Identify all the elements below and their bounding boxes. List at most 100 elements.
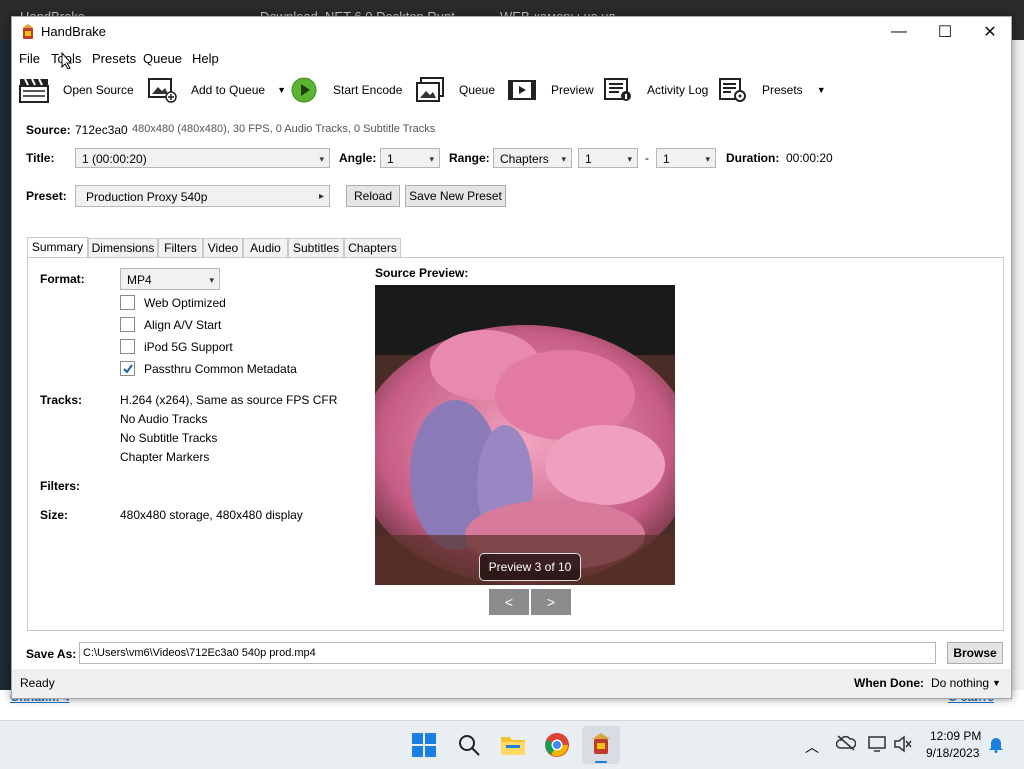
reload-button[interactable]: Reload	[346, 185, 400, 207]
angle-select[interactable]: 1 ▾	[380, 148, 440, 168]
preset-label: Preset:	[26, 189, 67, 203]
range-end-select[interactable]: 1 ▾	[656, 148, 716, 168]
source-label: Source:	[26, 123, 71, 137]
menu-help[interactable]: Help	[192, 51, 219, 66]
checkbox-box[interactable]	[120, 295, 135, 310]
save-as-path-input[interactable]: C:\Users\vm6\Videos\712Ec3a0 540p prod.m…	[79, 642, 936, 664]
title-bar: HandBrake — ☐ ✕	[12, 17, 1011, 47]
minimize-button[interactable]: —	[876, 17, 922, 47]
status-bar: Ready When Done: Do nothing ▼	[12, 669, 1011, 698]
tab-dimensions[interactable]: Dimensions	[88, 238, 158, 257]
volume-muted-icon[interactable]	[893, 735, 913, 756]
format-select[interactable]: MP4 ▾	[120, 268, 220, 290]
duration-label: Duration:	[726, 151, 780, 165]
track-chapters: Chapter Markers	[120, 450, 210, 464]
windows-start-icon[interactable]	[412, 733, 436, 760]
chevron-down-icon: ▼	[992, 678, 1001, 688]
ipod-5g-support-checkbox[interactable]: iPod 5G Support	[120, 339, 233, 354]
checkbox-box[interactable]	[120, 317, 135, 332]
handbrake-taskbar-icon[interactable]	[582, 726, 620, 764]
search-icon[interactable]	[457, 733, 481, 760]
chevron-down-icon: ▾	[429, 154, 434, 164]
presets-label: Presets	[762, 83, 803, 97]
angle-select-value: 1	[387, 152, 394, 166]
align-av-start-checkbox[interactable]: Align A/V Start	[120, 317, 221, 332]
queue-pictures-icon	[415, 77, 445, 103]
activity-log-icon	[603, 77, 633, 103]
previous-preview-button[interactable]: <	[489, 589, 529, 615]
presets-button[interactable]: Presets ▼	[718, 73, 826, 107]
add-to-queue-dropdown-icon[interactable]: ▼	[277, 85, 286, 95]
web-optimized-checkbox[interactable]: Web Optimized	[120, 295, 226, 310]
browse-button[interactable]: Browse	[947, 642, 1003, 664]
next-preview-button[interactable]: >	[531, 589, 571, 615]
ipod-5g-support-label: iPod 5G Support	[144, 339, 233, 354]
chevron-down-icon: ▾	[705, 154, 710, 164]
range-end-value: 1	[663, 152, 670, 166]
close-button[interactable]: ✕	[967, 17, 1013, 47]
source-preview-label: Source Preview:	[375, 266, 469, 280]
open-source-button[interactable]: Open Source	[19, 73, 134, 107]
presets-gear-icon	[718, 77, 748, 103]
handbrake-logo-icon	[20, 23, 36, 41]
range-separator: -	[645, 151, 649, 165]
menu-bar: File Tools Presets Queue Help	[12, 47, 1011, 70]
save-new-preset-button[interactable]: Save New Preset	[405, 185, 506, 207]
preview-button[interactable]: Preview	[507, 73, 594, 107]
menu-presets[interactable]: Presets	[92, 51, 136, 66]
chrome-icon[interactable]	[544, 732, 570, 761]
tab-audio[interactable]: Audio	[243, 238, 288, 257]
start-encode-label: Start Encode	[333, 83, 403, 97]
when-done-select[interactable]: Do nothing ▼	[931, 676, 1001, 690]
tab-summary[interactable]: Summary	[27, 237, 88, 258]
handbrake-window: HandBrake — ☐ ✕ File Tools Presets Queue…	[11, 16, 1012, 699]
preview-label: Preview	[551, 83, 594, 97]
tab-video[interactable]: Video	[203, 238, 243, 257]
track-audio: No Audio Tracks	[120, 412, 208, 426]
file-explorer-icon[interactable]	[500, 733, 526, 760]
range-label: Range:	[449, 151, 490, 165]
toolbar: Open Source Add to Queue ▼ Start Encode …	[12, 69, 1011, 112]
queue-button[interactable]: Queue	[415, 73, 495, 107]
passthru-metadata-checkbox[interactable]: Passthru Common Metadata	[120, 361, 297, 376]
start-encode-button[interactable]: Start Encode	[291, 73, 402, 107]
title-label: Title:	[26, 151, 55, 165]
menu-queue[interactable]: Queue	[143, 51, 182, 66]
menu-file[interactable]: File	[19, 51, 40, 66]
add-picture-icon	[147, 77, 177, 103]
range-type-value: Chapters	[500, 152, 549, 166]
clock-date[interactable]: 9/18/2023	[926, 746, 979, 760]
summary-panel: Format: MP4 ▾ Web Optimized Align A/V St…	[27, 257, 1004, 631]
activity-log-button[interactable]: Activity Log	[603, 73, 708, 107]
checkbox-box[interactable]	[120, 361, 135, 376]
format-select-value: MP4	[127, 273, 152, 287]
when-done-label: When Done:	[854, 676, 924, 690]
clock-time[interactable]: 12:09 PM	[930, 729, 981, 743]
range-start-select[interactable]: 1 ▾	[578, 148, 638, 168]
taskbar: ︿ 12:09 PM 9/18/2023	[0, 720, 1024, 769]
add-to-queue-button[interactable]: Add to Queue ▼	[147, 73, 286, 107]
queue-label: Queue	[459, 83, 496, 97]
size-value: 480x480 storage, 480x480 display	[120, 508, 303, 522]
maximize-button[interactable]: ☐	[922, 17, 968, 47]
range-type-select[interactable]: Chapters ▾	[493, 148, 572, 168]
tab-subtitles[interactable]: Subtitles	[288, 238, 344, 257]
chevron-down-icon: ▾	[209, 275, 214, 285]
filters-label: Filters:	[40, 479, 81, 493]
chevron-up-icon[interactable]: ︿	[805, 737, 819, 757]
checkbox-box[interactable]	[120, 339, 135, 354]
chevron-down-icon: ▾	[627, 154, 632, 164]
notification-bell-icon[interactable]	[988, 735, 1004, 756]
duration-value: 00:00:20	[786, 151, 833, 165]
chevron-right-icon: ▸	[318, 191, 324, 202]
cloud-offline-icon[interactable]	[835, 735, 857, 754]
presets-dropdown-icon[interactable]: ▼	[817, 85, 826, 95]
network-icon[interactable]	[868, 735, 888, 756]
title-select[interactable]: 1 (00:00:20) ▾	[75, 148, 330, 168]
tab-filters[interactable]: Filters	[158, 238, 203, 257]
preset-select[interactable]: Production Proxy 540p ▸	[75, 185, 330, 207]
tracks-label: Tracks:	[40, 393, 83, 407]
tab-chapters[interactable]: Chapters	[344, 238, 401, 257]
browser-scrollbar[interactable]	[1010, 40, 1024, 730]
activity-log-label: Activity Log	[647, 83, 709, 97]
